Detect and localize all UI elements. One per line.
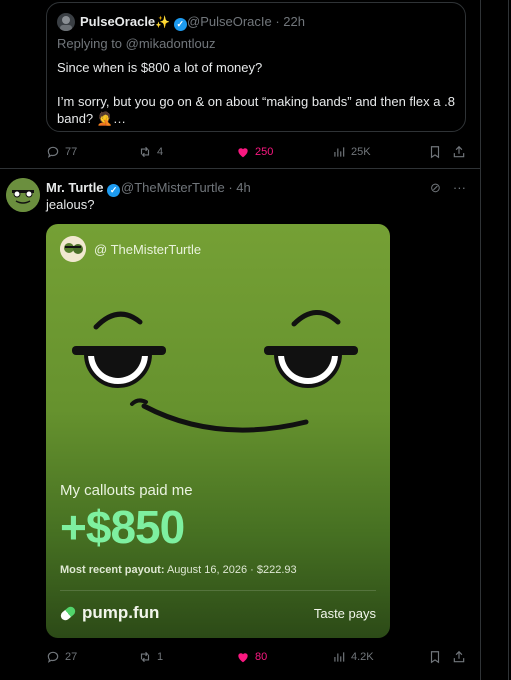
right-eyelid bbox=[264, 346, 358, 355]
sparkle-icon: ✨ bbox=[155, 15, 171, 29]
reply-button[interactable]: 27 bbox=[46, 650, 77, 664]
verified-badge-icon: ✓ bbox=[107, 184, 121, 197]
tagline: Taste pays bbox=[313, 606, 376, 621]
pill-icon bbox=[58, 604, 78, 622]
quoted-handle[interactable]: @PulseOracIe · 22h bbox=[187, 14, 305, 29]
left-eyebrow bbox=[93, 311, 143, 330]
replying-to[interactable]: Replying to @mikadontlouz bbox=[57, 36, 215, 51]
right-eyebrow bbox=[291, 310, 341, 327]
tweet-header-icons: ⊘ ··· bbox=[430, 180, 466, 196]
tweet-display-name[interactable]: Mr. Turtle ✓ bbox=[46, 180, 121, 197]
quoted-text: Since when is $800 a lot of money? I’m s… bbox=[57, 60, 455, 126]
payout-card-image[interactable]: @ TheMisterTurtle My callouts paid me +$… bbox=[46, 224, 390, 638]
brand-logo: pump.fun bbox=[58, 603, 159, 623]
views-button[interactable]: 4.2K bbox=[332, 650, 374, 664]
grok-icon[interactable]: ⊘ bbox=[430, 180, 441, 196]
smirk-mouth bbox=[141, 403, 309, 433]
bookmark-button[interactable] bbox=[428, 145, 442, 159]
share-button[interactable] bbox=[452, 650, 466, 664]
quoted-tweet[interactable]: PulseOracle✨ ✓ @PulseOracIe · 22h Replyi… bbox=[46, 2, 466, 132]
repost-icon bbox=[140, 146, 150, 158]
bookmark-icon bbox=[430, 651, 440, 664]
analytics-icon bbox=[334, 652, 345, 662]
like-button[interactable]: 80 bbox=[236, 650, 267, 664]
card-avatar bbox=[60, 236, 86, 262]
right-column-edge bbox=[508, 0, 509, 680]
tweet-divider bbox=[0, 168, 480, 169]
payout-amount: +$850 bbox=[60, 501, 185, 553]
repost-button[interactable]: 4 bbox=[138, 145, 163, 159]
turtle-face-illustration bbox=[72, 310, 358, 433]
recent-payout-line: Most recent payout: August 16, 2026 · $2… bbox=[60, 564, 297, 576]
more-options-icon[interactable]: ··· bbox=[453, 180, 466, 196]
action-bar-top: 77 4 250 25K bbox=[46, 145, 466, 163]
analytics-icon bbox=[334, 147, 345, 157]
like-button[interactable]: 250 bbox=[236, 145, 273, 159]
quoted-display-name[interactable]: PulseOracle✨ ✓ bbox=[80, 14, 187, 31]
repost-button[interactable]: 1 bbox=[138, 650, 163, 664]
bookmark-button[interactable] bbox=[428, 650, 442, 664]
bookmark-icon bbox=[430, 146, 440, 159]
heart-filled-icon bbox=[238, 148, 248, 158]
left-eyelid bbox=[72, 346, 166, 355]
quoted-avatar[interactable] bbox=[57, 13, 75, 31]
heart-filled-icon bbox=[238, 653, 248, 663]
card-handle: @ TheMisterTurtle bbox=[94, 242, 202, 257]
callouts-label: My callouts paid me bbox=[60, 482, 193, 499]
column-divider bbox=[480, 0, 481, 680]
tweet-text: jealous? bbox=[46, 197, 95, 212]
mouth-corner bbox=[130, 398, 148, 406]
reply-button[interactable]: 77 bbox=[46, 145, 77, 159]
verified-badge-icon: ✓ bbox=[173, 18, 187, 31]
share-button[interactable] bbox=[452, 145, 466, 159]
reply-icon bbox=[47, 651, 59, 663]
share-icon bbox=[453, 650, 465, 663]
card-divider bbox=[60, 590, 376, 591]
share-icon bbox=[453, 145, 465, 158]
turtle-avatar[interactable] bbox=[6, 178, 40, 212]
action-bar-bottom: 27 1 80 4.2K bbox=[46, 650, 466, 668]
views-button[interactable]: 25K bbox=[332, 145, 371, 159]
reply-icon bbox=[47, 146, 59, 158]
tweet-handle[interactable]: @TheMisterTurtle · 4h bbox=[121, 180, 251, 195]
repost-icon bbox=[140, 651, 150, 663]
